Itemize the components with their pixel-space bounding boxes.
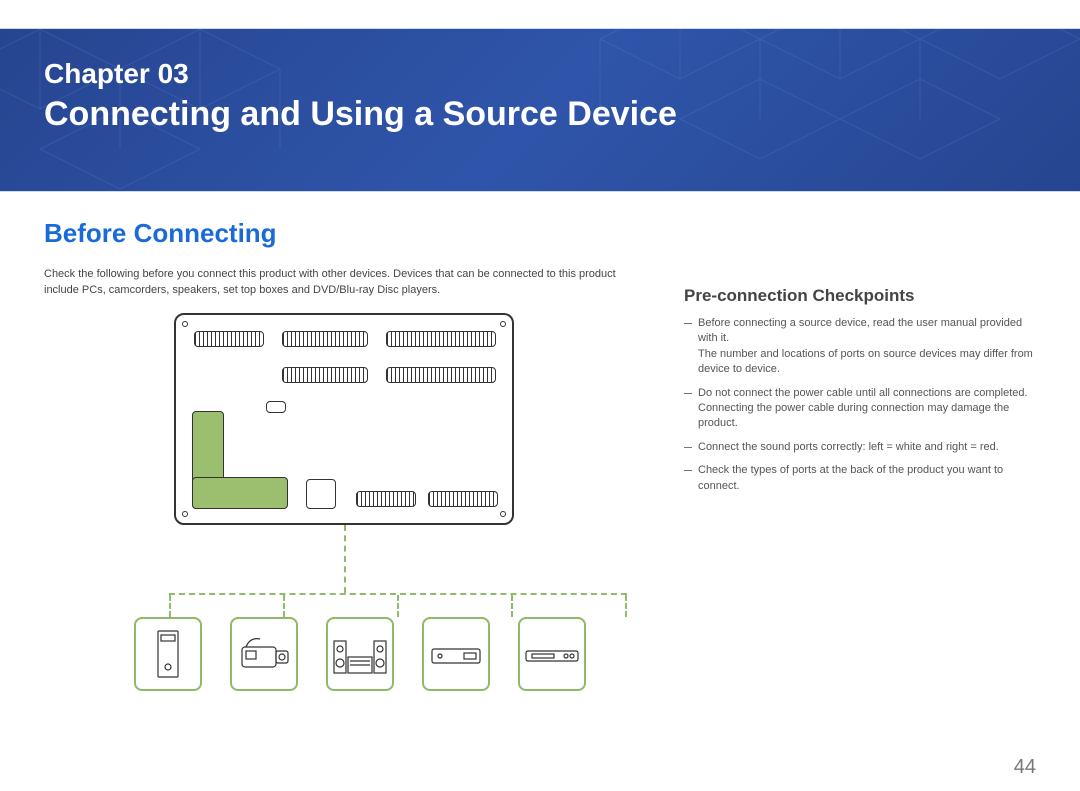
checkpoint-item: Check the types of ports at the back of … bbox=[684, 463, 1036, 494]
device-camcorder bbox=[230, 617, 298, 691]
port-cluster-highlight bbox=[192, 413, 286, 509]
device-back-diagram bbox=[114, 313, 584, 691]
chapter-title: Connecting and Using a Source Device bbox=[0, 91, 1080, 134]
device-set-top-box bbox=[422, 617, 490, 691]
chapter-number: Chapter 03 bbox=[0, 29, 1080, 91]
checkpoint-subtext: Connecting the power cable during connec… bbox=[698, 401, 1036, 432]
checkpoint-text: Connect the sound ports correctly: left … bbox=[698, 441, 999, 453]
checkpoint-text: Do not connect the power cable until all… bbox=[698, 387, 1028, 399]
content-area: Before Connecting Check the following be… bbox=[0, 192, 1080, 691]
checkpoints-heading: Pre-connection Checkpoints bbox=[684, 286, 1036, 306]
checkpoint-item: Connect the sound ports correctly: left … bbox=[684, 440, 1036, 455]
device-speaker-system bbox=[326, 617, 394, 691]
section-title: Before Connecting bbox=[44, 218, 644, 249]
source-devices-row bbox=[134, 617, 584, 691]
checkpoint-item: Do not connect the power cable until all… bbox=[684, 386, 1036, 432]
section-intro: Check the following before you connect t… bbox=[44, 267, 644, 299]
checkpoint-text: Check the types of ports at the back of … bbox=[698, 464, 1003, 491]
checkpoint-text: Before connecting a source device, read … bbox=[698, 317, 1022, 344]
device-disc-player bbox=[518, 617, 586, 691]
checkpoint-subtext: The number and locations of ports on sou… bbox=[698, 347, 1036, 378]
page-number: 44 bbox=[1014, 756, 1036, 779]
chapter-banner: Chapter 03 Connecting and Using a Source… bbox=[0, 28, 1080, 192]
checkpoints-list: Before connecting a source device, read … bbox=[684, 316, 1036, 494]
device-pc-tower bbox=[134, 617, 202, 691]
checkpoint-item: Before connecting a source device, read … bbox=[684, 316, 1036, 378]
